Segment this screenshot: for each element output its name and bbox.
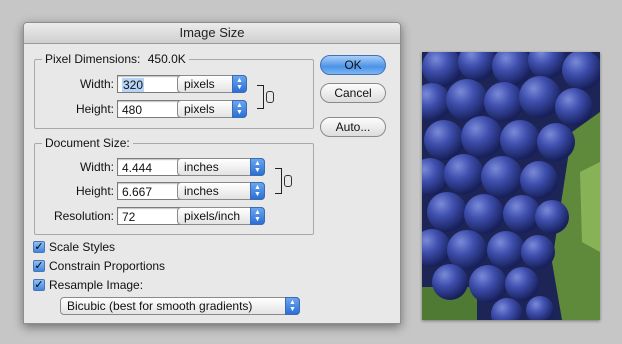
cancel-button[interactable]: Cancel — [320, 83, 386, 103]
resolution-unit: pixels/inch — [184, 209, 241, 223]
up-down-arrows-icon: ▲ ▼ — [250, 158, 265, 176]
up-down-arrows-icon: ▲ ▼ — [232, 100, 247, 118]
scale-styles-checkbox[interactable]: ✓ — [33, 241, 45, 253]
grape-image — [422, 52, 600, 320]
chain-link-icon — [266, 91, 274, 103]
pixel-height-unit-popup[interactable]: pixels ▲ ▼ — [177, 100, 247, 118]
resample-image-label: Resample Image: — [49, 278, 144, 292]
pixel-width-label: Width: — [79, 77, 114, 91]
resample-method-value: Bicubic (best for smooth gradients) — [67, 299, 253, 313]
auto-button[interactable]: Auto... — [320, 117, 386, 137]
pixel-height-label: Height: — [75, 102, 114, 116]
image-size-dialog: Image Size Pixel Dimensions: 450.0K Widt… — [23, 22, 401, 324]
doc-constrain-bracket — [275, 168, 282, 194]
pixel-constrain-bracket — [257, 85, 264, 109]
pixel-width-unit-popup[interactable]: pixels ▲ ▼ — [177, 75, 247, 93]
grape-photo — [422, 52, 600, 320]
up-down-arrows-icon: ▲ ▼ — [250, 207, 265, 225]
ok-button[interactable]: OK — [320, 55, 386, 75]
pixel-height-unit: pixels — [184, 102, 215, 116]
pixel-dimensions-legend: Pixel Dimensions: 450.0K — [42, 52, 189, 66]
doc-width-label: Width: — [79, 160, 114, 174]
resolution-value: 72 — [122, 210, 136, 224]
doc-height-value: 6.667 — [122, 185, 153, 199]
pixel-height-value: 480 — [122, 103, 143, 117]
resample-image-checkbox[interactable]: ✓ — [33, 279, 45, 291]
doc-width-unit: inches — [184, 160, 219, 174]
constrain-proportions-label: Constrain Proportions — [49, 259, 166, 273]
pixel-dimensions-label: Pixel Dimensions: — [45, 52, 141, 66]
constrain-proportions-checkbox[interactable]: ✓ — [33, 260, 45, 272]
resample-method-popup[interactable]: Bicubic (best for smooth gradients) ▲ ▼ — [60, 297, 300, 315]
doc-height-unit: inches — [184, 184, 219, 198]
doc-height-unit-popup[interactable]: inches ▲ ▼ — [177, 182, 265, 200]
doc-height-label: Height: — [75, 184, 114, 198]
chain-link-icon — [284, 175, 292, 187]
doc-width-unit-popup[interactable]: inches ▲ ▼ — [177, 158, 265, 176]
pixel-width-unit: pixels — [184, 77, 215, 91]
document-size-legend: Document Size: — [42, 136, 133, 150]
pixel-width-value: 320 — [122, 78, 145, 92]
up-down-arrows-icon: ▲ ▼ — [232, 75, 247, 93]
doc-width-value: 4.444 — [122, 161, 153, 175]
scale-styles-label: Scale Styles — [49, 240, 116, 254]
pixel-dimensions-size: 450.0K — [147, 52, 186, 66]
up-down-arrows-icon: ▲ ▼ — [250, 182, 265, 200]
dialog-title: Image Size — [24, 23, 400, 44]
resolution-label: Resolution: — [53, 209, 114, 223]
resolution-unit-popup[interactable]: pixels/inch ▲ ▼ — [177, 207, 265, 225]
up-down-arrows-icon: ▲ ▼ — [285, 297, 300, 315]
